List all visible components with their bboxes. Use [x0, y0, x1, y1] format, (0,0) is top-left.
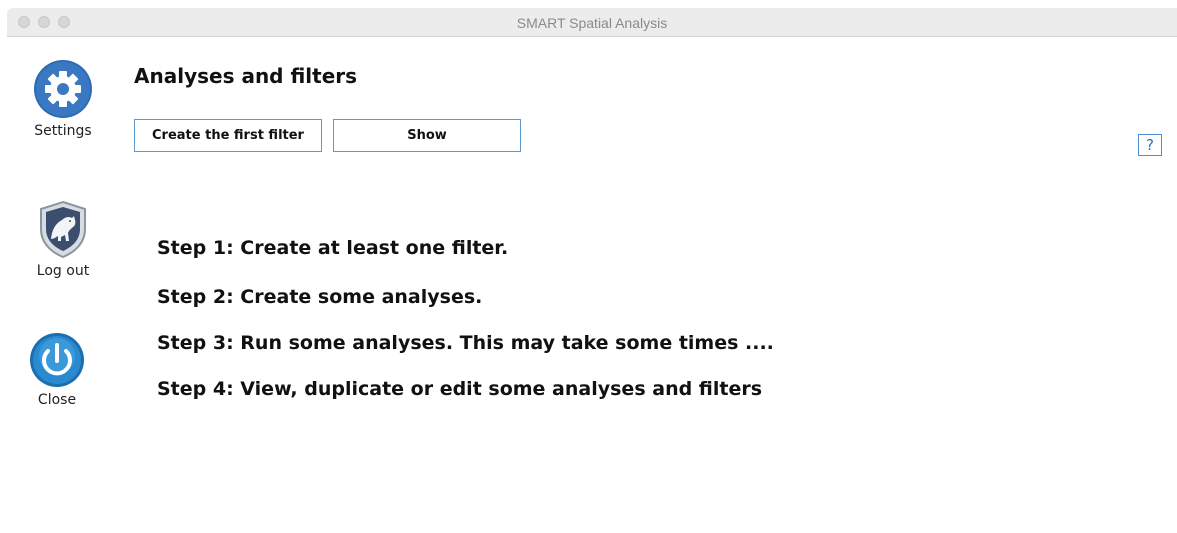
step-2-text: Step 2: Create some analyses.	[157, 286, 483, 308]
logout-label: Log out	[36, 263, 90, 279]
settings-button[interactable]: Settings	[23, 59, 103, 139]
shield-panther-icon	[40, 200, 86, 259]
main-content: Settings Log out Close Analyses and filt…	[7, 37, 1177, 533]
step-1-text: Step 1: Create at least one filter.	[157, 237, 509, 259]
step-4-text: Step 4: View, duplicate or edit some ana…	[157, 378, 763, 400]
window-title: SMART Spatial Analysis	[516, 15, 668, 31]
settings-label: Settings	[34, 123, 92, 139]
window-titlebar: SMART Spatial Analysis	[7, 8, 1177, 37]
logout-button[interactable]: Log out	[23, 199, 103, 279]
show-button[interactable]: Show	[333, 119, 521, 152]
step-3-text: Step 3: Run some analyses. This may take…	[157, 332, 774, 354]
close-button[interactable]: Close	[17, 332, 97, 408]
gear-icon	[34, 60, 92, 118]
help-icon[interactable]: ?	[1138, 134, 1162, 156]
power-icon	[30, 333, 84, 387]
close-label: Close	[37, 392, 77, 408]
create-first-filter-button[interactable]: Create the first filter	[134, 119, 322, 152]
page-title: Analyses and filters	[134, 64, 358, 88]
